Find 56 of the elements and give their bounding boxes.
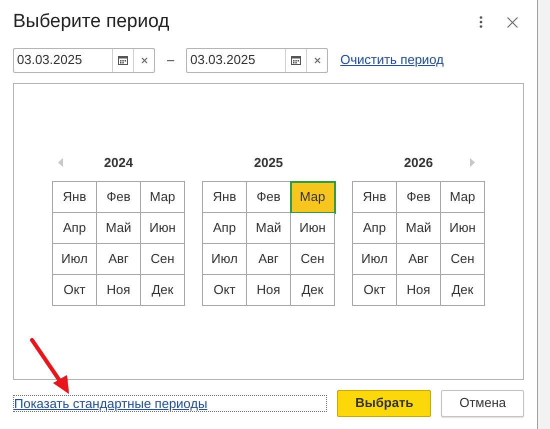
month-cell[interactable]: Июл [203, 244, 247, 275]
cancel-button[interactable]: Отмена [441, 390, 524, 416]
month-cell[interactable]: Май [247, 213, 291, 244]
clear-period-link[interactable]: Очистить период [340, 50, 444, 70]
month-cell[interactable]: Май [397, 213, 441, 244]
month-cell[interactable]: Июн [291, 213, 335, 244]
close-icon[interactable] [507, 16, 518, 28]
month-cell[interactable]: Фев [97, 182, 141, 213]
month-cell[interactable]: Ноя [97, 275, 141, 306]
month-cell[interactable]: Июн [441, 213, 485, 244]
more-icon[interactable] [479, 16, 483, 28]
month-cell[interactable]: Мар [291, 182, 335, 213]
clear-icon [140, 56, 148, 64]
month-cell[interactable]: Сен [291, 244, 335, 275]
month-cell[interactable]: Янв [203, 182, 247, 213]
month-cell[interactable]: Апр [53, 213, 97, 244]
calendar-icon [118, 55, 128, 65]
year-label: 2025 [254, 154, 283, 172]
month-cell[interactable]: Окт [203, 275, 247, 306]
month-cell[interactable]: Сен [141, 244, 185, 275]
month-cell[interactable]: Ноя [397, 275, 441, 306]
month-cell[interactable]: Июл [53, 244, 97, 275]
month-cell[interactable]: Апр [353, 213, 397, 244]
month-cell[interactable]: Сен [441, 244, 485, 275]
arrow-drawing [29, 338, 71, 395]
calendar-icon [291, 55, 302, 65]
window-title: Выберите период [13, 10, 170, 34]
month-cell[interactable]: Апр [203, 213, 247, 244]
standard-periods-link[interactable]: Показать стандартные периоды [13, 394, 328, 412]
month-cell[interactable]: Мар [441, 182, 485, 213]
month-cell[interactable]: Янв [53, 182, 97, 213]
date-input[interactable]: 03.03.2025 [187, 48, 286, 72]
month-cell[interactable]: Дек [141, 275, 185, 306]
month-cell[interactable]: Окт [53, 275, 97, 306]
year-label: 2024 [104, 154, 133, 172]
month-cell[interactable]: Авг [397, 244, 441, 275]
month-cell[interactable]: Фев [247, 182, 291, 213]
select-button[interactable]: Выбрать [337, 390, 432, 416]
month-cell[interactable]: Окт [353, 275, 397, 306]
month-cell[interactable]: Июн [141, 213, 185, 244]
month-cell[interactable]: Янв [353, 182, 397, 213]
month-cell[interactable]: Дек [441, 275, 485, 306]
month-cell[interactable]: Авг [247, 244, 291, 275]
date-field[interactable]: 03.03.2025 [13, 48, 155, 72]
month-cell[interactable]: Фев [397, 182, 441, 213]
month-cell[interactable]: Дек [291, 275, 335, 306]
month-cell[interactable]: Мар [141, 182, 185, 213]
year-label: 2026 [404, 154, 433, 172]
month-cell[interactable]: Июл [353, 244, 397, 275]
date-field[interactable]: 03.03.2025 [186, 48, 328, 72]
month-cell[interactable]: Май [97, 213, 141, 244]
clear-icon [314, 56, 321, 64]
month-cell[interactable]: Ноя [247, 275, 291, 306]
date-input[interactable]: 03.03.2025 [14, 48, 112, 72]
range-dash: – [167, 51, 174, 70]
month-cell[interactable]: Авг [97, 244, 141, 275]
